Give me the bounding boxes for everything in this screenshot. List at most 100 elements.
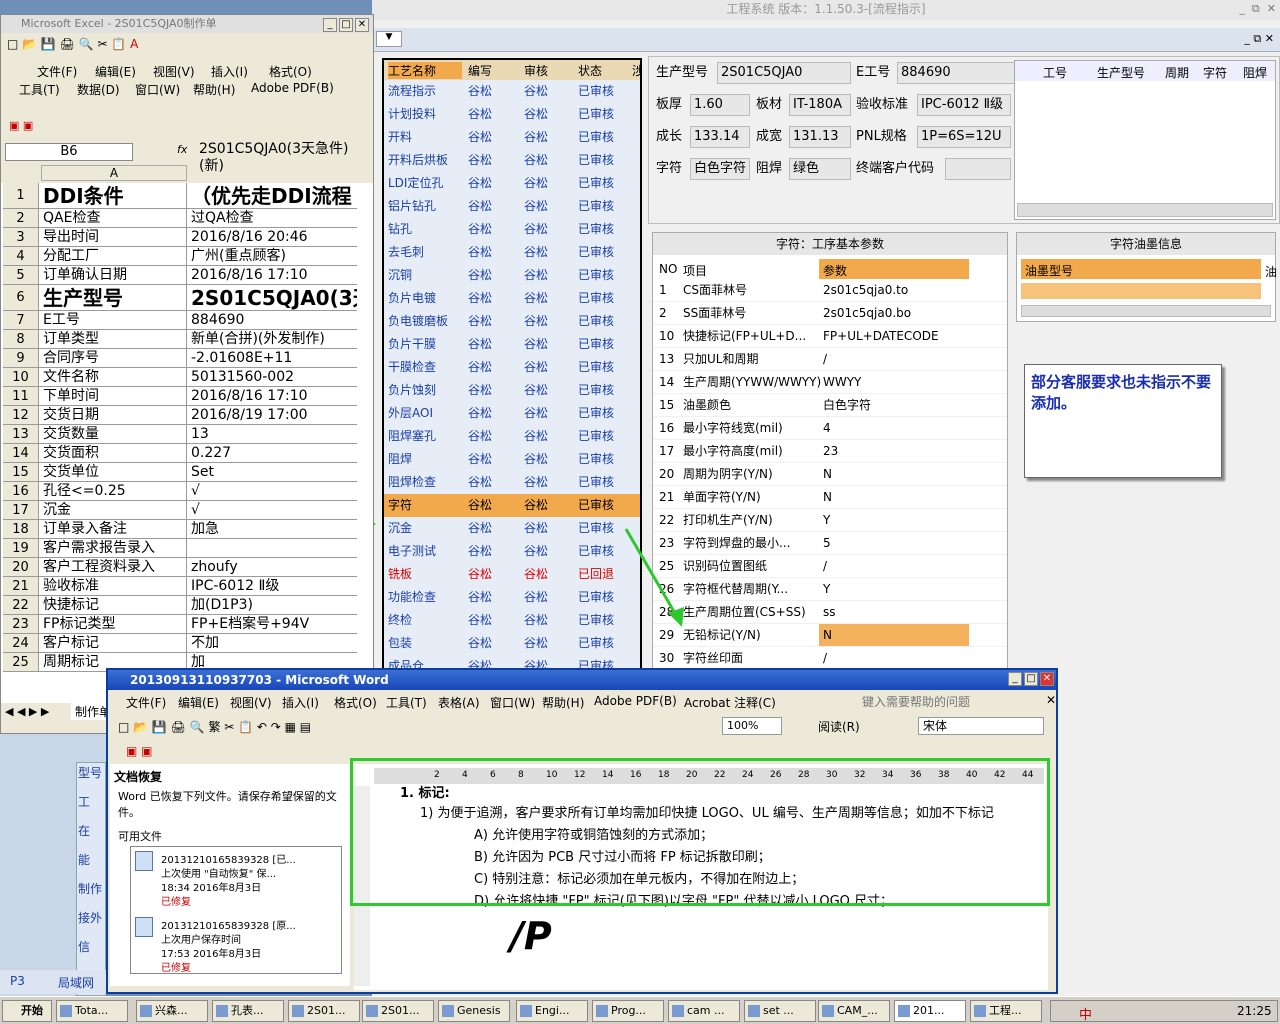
excel-row[interactable]: 1 DDI条件 （优先走DDI流程 [3,183,357,209]
font-select[interactable]: 宋体 [918,717,1044,735]
thick-field[interactable]: 1.60 [690,94,750,116]
excel-row[interactable]: 17 沉金 √ [3,501,357,520]
param-row[interactable]: 14 生产周期(YYWW/WWYY) WWYY [653,371,1007,394]
excel-row[interactable]: 15 交货单位 Set [3,463,357,482]
cell-a[interactable]: E工号 [41,311,187,329]
cell-a[interactable]: 沉金 [41,501,187,519]
param-row[interactable]: 23 字符到焊盘的最小... 5 [653,532,1007,555]
cell-a[interactable]: 订单录入备注 [41,520,187,538]
cell-b[interactable]: 884690 [189,311,357,329]
menu-help[interactable]: 帮助(H) [193,81,235,98]
taskbar-item[interactable]: set ... [744,1000,816,1022]
cell-b[interactable]: 过QA检查 [189,209,357,227]
cell-a[interactable]: 孔径<=0.25 [41,482,187,500]
cell-b[interactable]: 0.227 [189,444,357,462]
mask-field[interactable]: 绿色 [789,158,851,180]
excel-row[interactable]: 8 订单类型 新单(合拼)(外发制作) [3,330,357,349]
process-row[interactable]: 流程指示 谷松 谷松 已审核 [384,80,640,103]
ink-col-2[interactable]: 油 [1265,263,1277,280]
grid-col[interactable]: 字符 [1203,64,1227,81]
excel-row[interactable]: 5 订单确认日期 2016/8/16 17:10 [3,266,357,285]
col-extra[interactable]: 涉 [632,62,640,79]
cell-b[interactable]: 2016/8/16 20:46 [189,228,357,246]
word-menu-item[interactable]: 文件(F) [126,694,166,711]
col-header-a[interactable]: A [41,165,187,181]
menu-insert[interactable]: 插入(I) [211,63,248,80]
process-row[interactable]: LDI定位孔 谷松 谷松 已审核 [384,172,640,195]
recovered-file[interactable]: 20131210165839328 [原... 上次用户保存时间 17:53 201… [135,917,335,979]
process-row[interactable]: 阻焊塞孔 谷松 谷松 已审核 [384,425,640,448]
process-row[interactable]: 沉铜 谷松 谷松 已审核 [384,264,640,287]
excel-row[interactable]: 16 孔径<=0.25 √ [3,482,357,501]
ink-row[interactable] [1021,283,1261,299]
maximize-button[interactable]: □ [1024,672,1038,686]
word-menu-item[interactable]: 视图(V) [230,694,272,711]
process-row[interactable]: 字符 谷松 谷松 已审核 [384,494,640,517]
cell-a[interactable]: 文件名称 [41,368,187,386]
help-search[interactable]: 键入需要帮助的问题 [862,693,1038,709]
word-toolbar[interactable]: □ 📂 💾 🖨 🔍 繁 ✂ 📋 ↶ ↷ ▦ ▤ [118,718,518,736]
excel-row[interactable]: 21 验收标准 IPC-6012 Ⅱ级 [3,577,357,596]
param-row[interactable]: 29 无铅标记(Y/N) N [653,624,1007,647]
mdi-controls[interactable]: _ ⧉ ✕ [1244,32,1274,46]
cust-field[interactable] [945,158,1011,180]
cell-b[interactable]: 13 [189,425,357,443]
param-row[interactable]: 26 字符框代替周期(Y... Y [653,578,1007,601]
word-menu-item[interactable]: Adobe PDF(B) [594,694,677,708]
cell-b[interactable]: 2016/8/16 17:10 [189,387,357,405]
word-menu-item[interactable]: 帮助(H) [542,694,584,711]
process-row[interactable]: 阻焊检查 谷松 谷松 已审核 [384,471,640,494]
param-row[interactable]: 1 CS面菲林号 2s01c5qja0.to [653,279,1007,302]
process-row[interactable]: 开料 谷松 谷松 已审核 [384,126,640,149]
process-row[interactable]: 负片蚀刻 谷松 谷松 已审核 [384,379,640,402]
excel-row[interactable]: 12 交货日期 2016/8/19 17:00 [3,406,357,425]
cell-b[interactable]: 不加 [189,634,357,652]
word-menu-item[interactable]: 表格(A) [438,694,480,711]
minimize-button[interactable]: _ [323,18,337,32]
cell-b[interactable]: Set [189,463,357,481]
param-row[interactable]: 2 SS面菲林号 2s01c5qja0.bo [653,302,1007,325]
pdf-icon[interactable]: ▣ ▣ [126,744,153,758]
cell-b[interactable]: √ [189,501,357,519]
pdf-icon[interactable]: ▣ ▣ [9,119,49,135]
menu-data[interactable]: 数据(D) [77,81,120,98]
cell-b[interactable]: √ [189,482,357,500]
col-no[interactable]: NO [659,262,677,276]
excel-row[interactable]: 11 下单时间 2016/8/16 17:10 [3,387,357,406]
process-row[interactable]: 负电镀磨板 谷松 谷松 已审核 [384,310,640,333]
excel-toolbar[interactable]: □ 📂 💾 🖨 🔍 ✂ 📋 A [7,37,307,57]
wid-field[interactable]: 131.13 [789,126,851,148]
taskbar-item[interactable]: Genesis [438,1000,510,1022]
start-button[interactable]: 开始 [2,1000,52,1022]
len-field[interactable]: 133.14 [690,126,750,148]
cell-a[interactable]: 订单类型 [41,330,187,348]
cell-b[interactable]: 2S01C5QJA0(3天 [189,285,357,310]
grid-col[interactable]: 生产型号 [1097,64,1145,81]
cell-b[interactable]: 新单(合拼)(外发制作) [189,330,357,348]
excel-row[interactable]: 13 交货数量 13 [3,425,357,444]
cell-b[interactable] [189,539,357,557]
process-row[interactable]: 钻孔 谷松 谷松 已审核 [384,218,640,241]
taskbar-item[interactable]: CAM_... [818,1000,890,1022]
word-menu-item[interactable]: 窗口(W) [490,694,535,711]
side-button[interactable]: 在 [78,822,104,846]
excel-row[interactable]: 9 合同序号 -2.01608E+11 [3,349,357,368]
cell-b[interactable]: IPC-6012 Ⅱ级 [189,577,357,595]
process-row[interactable]: 铝片钻孔 谷松 谷松 已审核 [384,195,640,218]
word-menu-item[interactable]: 插入(I) [282,694,319,711]
menu-format[interactable]: 格式(O) [269,63,312,80]
process-row[interactable]: 干膜检查 谷松 谷松 已审核 [384,356,640,379]
cell-a[interactable]: 交货日期 [41,406,187,424]
cell-a[interactable]: 客户需求报告录入 [41,539,187,557]
process-row[interactable]: 计划投料 谷松 谷松 已审核 [384,103,640,126]
cell-b[interactable]: FP+E档案号+94V [189,615,357,633]
param-row[interactable]: 13 只加UL和周期 / [653,348,1007,371]
menu-window[interactable]: 窗口(W) [135,81,180,98]
cell-b[interactable]: 加(D1P3) [189,596,357,614]
excel-row[interactable]: 19 客户需求报告录入 [3,539,357,558]
taskbar-item[interactable]: 2S01... [362,1000,434,1022]
lan-tab[interactable]: 局域网 [58,974,94,991]
cell-a[interactable]: 交货单位 [41,463,187,481]
process-row[interactable]: 沉金 谷松 谷松 已审核 [384,517,640,540]
cell-a[interactable]: 交货面积 [41,444,187,462]
